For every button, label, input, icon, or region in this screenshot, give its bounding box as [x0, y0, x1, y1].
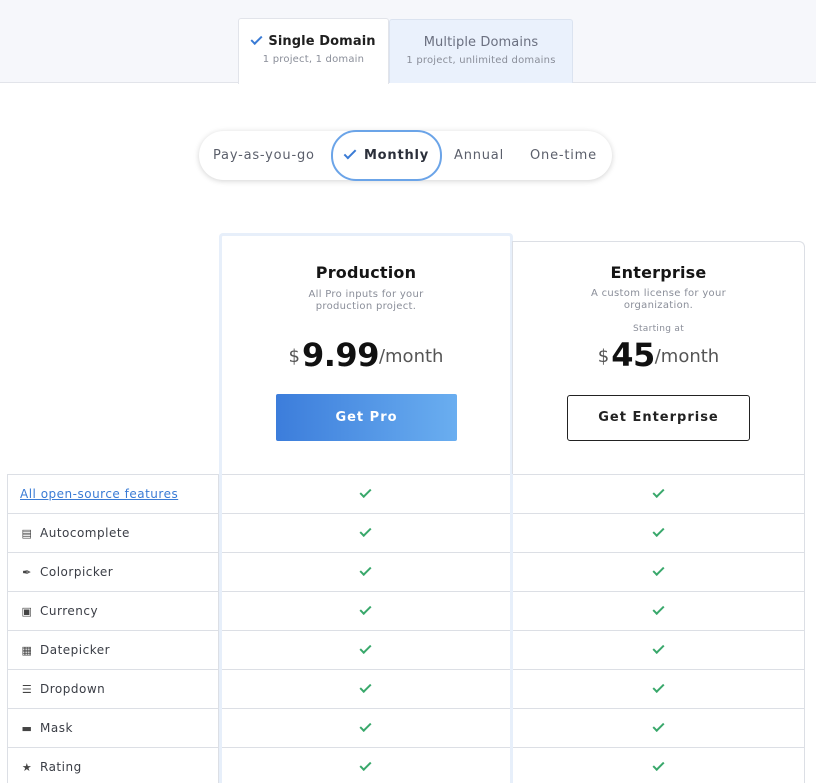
table-row: ✒ Colorpicker	[7, 552, 805, 592]
table-row: All open-source features	[7, 474, 805, 514]
tab-single-domain-subtitle: 1 project, 1 domain	[262, 54, 365, 65]
check-icon	[651, 485, 665, 499]
currency-icon: ▣	[21, 605, 33, 618]
starting-at-label: Starting at	[632, 324, 685, 334]
plan-name: Production	[315, 263, 417, 282]
plan-price: $9.99/month	[222, 336, 510, 374]
table-row: ▬ Mask	[7, 708, 805, 748]
all-open-source-features-link[interactable]: All open-source features	[8, 487, 178, 501]
feature-label: Mask	[40, 721, 73, 735]
check-icon	[359, 680, 372, 694]
feature-label: Autocomplete	[40, 526, 130, 540]
feature-label: Datepicker	[40, 643, 111, 657]
plan-description: A custom license for your organization.	[590, 288, 727, 311]
table-row: ▤ Autocomplete	[7, 513, 805, 553]
feature-label: Colorpicker	[40, 565, 114, 579]
billing-period-switch: Pay-as-you-go Monthly Annual One-time	[199, 130, 612, 181]
mask-icon: ▬	[21, 722, 33, 735]
price-currency: $	[288, 346, 300, 367]
production-column-border-right	[510, 474, 513, 783]
feature-label: Rating	[40, 760, 82, 774]
price-period: /month	[378, 346, 444, 367]
dropdown-icon: ☰	[21, 683, 33, 696]
plan-name: Enterprise	[610, 263, 707, 282]
feature-label: Dropdown	[40, 682, 106, 696]
billing-option-annual[interactable]: Annual	[454, 131, 504, 180]
features-table: All open-source features ▤ Autocomplete ✒…	[7, 474, 805, 783]
table-row: ☰ Dropdown	[7, 669, 805, 709]
tab-multiple-domains-subtitle: 1 project, unlimited domains	[406, 55, 556, 66]
check-icon	[651, 758, 665, 772]
plan-card-enterprise: Enterprise A custom license for your org…	[512, 241, 805, 474]
billing-option-pay-as-you-go[interactable]: Pay-as-you-go	[213, 131, 315, 180]
eyedropper-icon: ✒	[22, 566, 32, 579]
check-icon	[359, 524, 372, 538]
tab-multiple-domains[interactable]: Multiple Domains 1 project, unlimited do…	[389, 19, 573, 83]
star-icon: ★	[21, 761, 33, 774]
checkmark-icon	[250, 32, 263, 46]
check-icon	[651, 602, 665, 616]
check-icon	[651, 641, 665, 655]
checkmark-icon	[343, 146, 357, 160]
price-currency: $	[597, 346, 610, 367]
table-row: ▣ Currency	[7, 591, 805, 631]
billing-option-monthly[interactable]: Monthly	[331, 130, 442, 181]
billing-option-monthly-label: Monthly	[363, 148, 430, 163]
price-amount: 9.99	[302, 336, 379, 374]
check-icon	[359, 641, 372, 655]
plan-price: $45/month	[513, 336, 804, 374]
check-icon	[359, 719, 372, 733]
table-row: ▦ Datepicker	[7, 630, 805, 670]
tab-single-domain-title: Single Domain	[268, 34, 376, 49]
check-icon	[651, 680, 665, 694]
production-column-border-left	[219, 474, 222, 783]
autocomplete-icon: ▤	[21, 527, 33, 540]
tab-single-domain[interactable]: Single Domain 1 project, 1 domain	[238, 18, 389, 84]
price-period: /month	[654, 346, 720, 367]
get-enterprise-button[interactable]: Get Enterprise	[567, 395, 750, 441]
check-icon	[651, 524, 665, 538]
check-icon	[359, 758, 372, 772]
plan-description: All Pro inputs for your production proje…	[308, 289, 424, 312]
check-icon	[359, 485, 372, 499]
get-pro-button[interactable]: Get Pro	[276, 394, 457, 441]
feature-label: Currency	[40, 604, 99, 618]
check-icon	[359, 563, 372, 577]
tab-multiple-domains-title: Multiple Domains	[423, 35, 539, 50]
calendar-icon: ▦	[21, 644, 33, 657]
check-icon	[651, 719, 665, 733]
table-row: ★ Rating	[7, 747, 805, 783]
check-icon	[651, 563, 665, 577]
check-icon	[359, 602, 372, 616]
price-amount: 45	[611, 336, 655, 374]
billing-option-one-time[interactable]: One-time	[530, 131, 597, 180]
